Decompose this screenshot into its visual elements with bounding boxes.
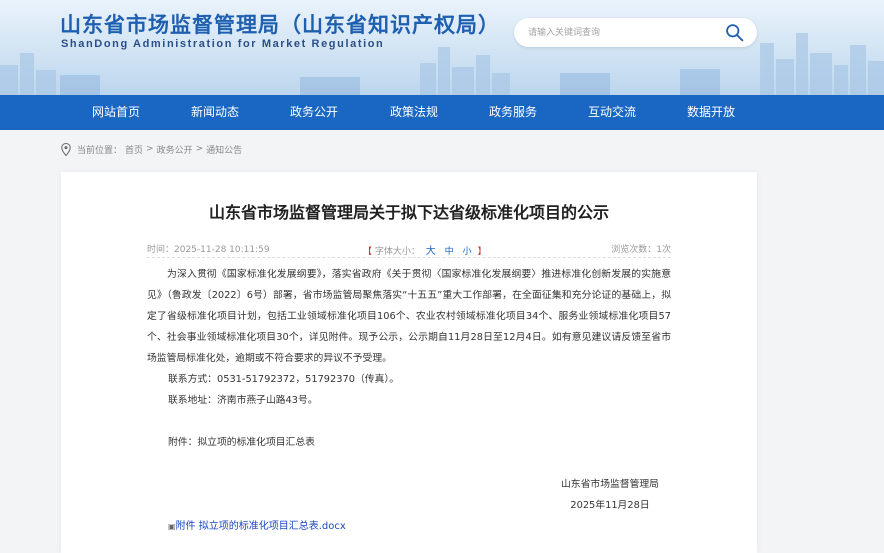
breadcrumb-separator: > — [195, 144, 204, 154]
nav-item-services[interactable]: 政务服务 — [473, 95, 553, 130]
font-size-medium-button[interactable]: 中 — [445, 247, 454, 257]
site-subtitle: ShanDong Administration for Market Regul… — [61, 38, 385, 50]
breadcrumb-home[interactable]: 首页 — [125, 143, 143, 156]
font-size-small-button[interactable]: 小 — [463, 247, 472, 257]
attachment-link[interactable]: ▣附件 拟立项的标准化项目汇总表.docx — [168, 517, 346, 532]
breadcrumb-prefix: 当前位置： — [77, 145, 123, 156]
search-input[interactable] — [528, 24, 718, 41]
font-size-label: 字体大小： — [374, 247, 420, 257]
breadcrumb-gov-affairs[interactable]: 政务公开 — [157, 143, 193, 156]
site-title: 山东省市场监督管理局（山东省知识产权局） — [60, 13, 500, 37]
font-size-control: 【 字体大小： 大 中 小 】 — [363, 242, 486, 257]
contact-address: 联系地址：济南市燕子山路43号。 — [168, 395, 318, 406]
header-banner: 山东省市场监督管理局（山东省知识产权局） ShanDong Administra… — [0, 0, 884, 95]
view-count: 浏览次数：1次 — [611, 245, 671, 255]
attachment-link-label: 附件 拟立项的标准化项目汇总表.docx — [175, 521, 346, 532]
breadcrumb-notices[interactable]: 通知公告 — [206, 143, 242, 156]
nav-item-interaction[interactable]: 互动交流 — [572, 95, 652, 130]
bracket-close: 】 — [477, 247, 487, 257]
nav-item-policies[interactable]: 政策法规 — [374, 95, 454, 130]
signature-block: 山东省市场监督管理局 2025年11月28日 — [555, 474, 665, 516]
article-card: 山东省市场监督管理局关于拟下达省级标准化项目的公示 时间：2025-11-28 … — [61, 172, 757, 553]
contact-phone: 联系方式：0531-51792372，51792370（传真）。 — [168, 374, 400, 385]
breadcrumb-separator: > — [146, 144, 154, 154]
breadcrumb: 当前位置： 首页 > 政务公开 > 通知公告 — [61, 141, 245, 157]
article-body: 为深入贯彻《国家标准化发展纲要》，落实省政府《关于贯彻〈国家标准化发展纲要〉推进… — [147, 264, 671, 453]
search-box — [514, 18, 757, 47]
meta-divider — [147, 257, 671, 258]
nav-item-open-data[interactable]: 数据开放 — [671, 95, 751, 130]
nav-item-news[interactable]: 新闻动态 — [175, 95, 255, 130]
signature-org: 山东省市场监督管理局 — [561, 479, 659, 490]
publish-time: 时间：2025-11-28 10:11:59 — [147, 245, 270, 255]
main-nav: 网站首页 新闻动态 政务公开 政策法规 政务服务 互动交流 数据开放 — [0, 95, 884, 130]
article-title: 山东省市场监督管理局关于拟下达省级标准化项目的公示 — [208, 203, 609, 222]
search-icon[interactable] — [724, 22, 745, 43]
article-paragraph: 为深入贯彻《国家标准化发展纲要》，落实省政府《关于贯彻〈国家标准化发展纲要〉推进… — [147, 269, 671, 364]
font-size-large-button[interactable]: 大 — [426, 246, 436, 257]
nav-item-home[interactable]: 网站首页 — [76, 95, 156, 130]
article-meta: 时间：2025-11-28 10:11:59 【 字体大小： 大 中 小 】 浏… — [147, 242, 671, 257]
attachment-file-icon: ▣ — [168, 522, 176, 531]
location-pin-icon — [61, 142, 71, 156]
signature-date: 2025年11月28日 — [570, 500, 650, 511]
nav-item-gov-affairs[interactable]: 政务公开 — [274, 95, 354, 130]
bracket-open: 【 — [363, 247, 373, 257]
attachment-note: 附件：拟立项的标准化项目汇总表 — [168, 437, 315, 448]
